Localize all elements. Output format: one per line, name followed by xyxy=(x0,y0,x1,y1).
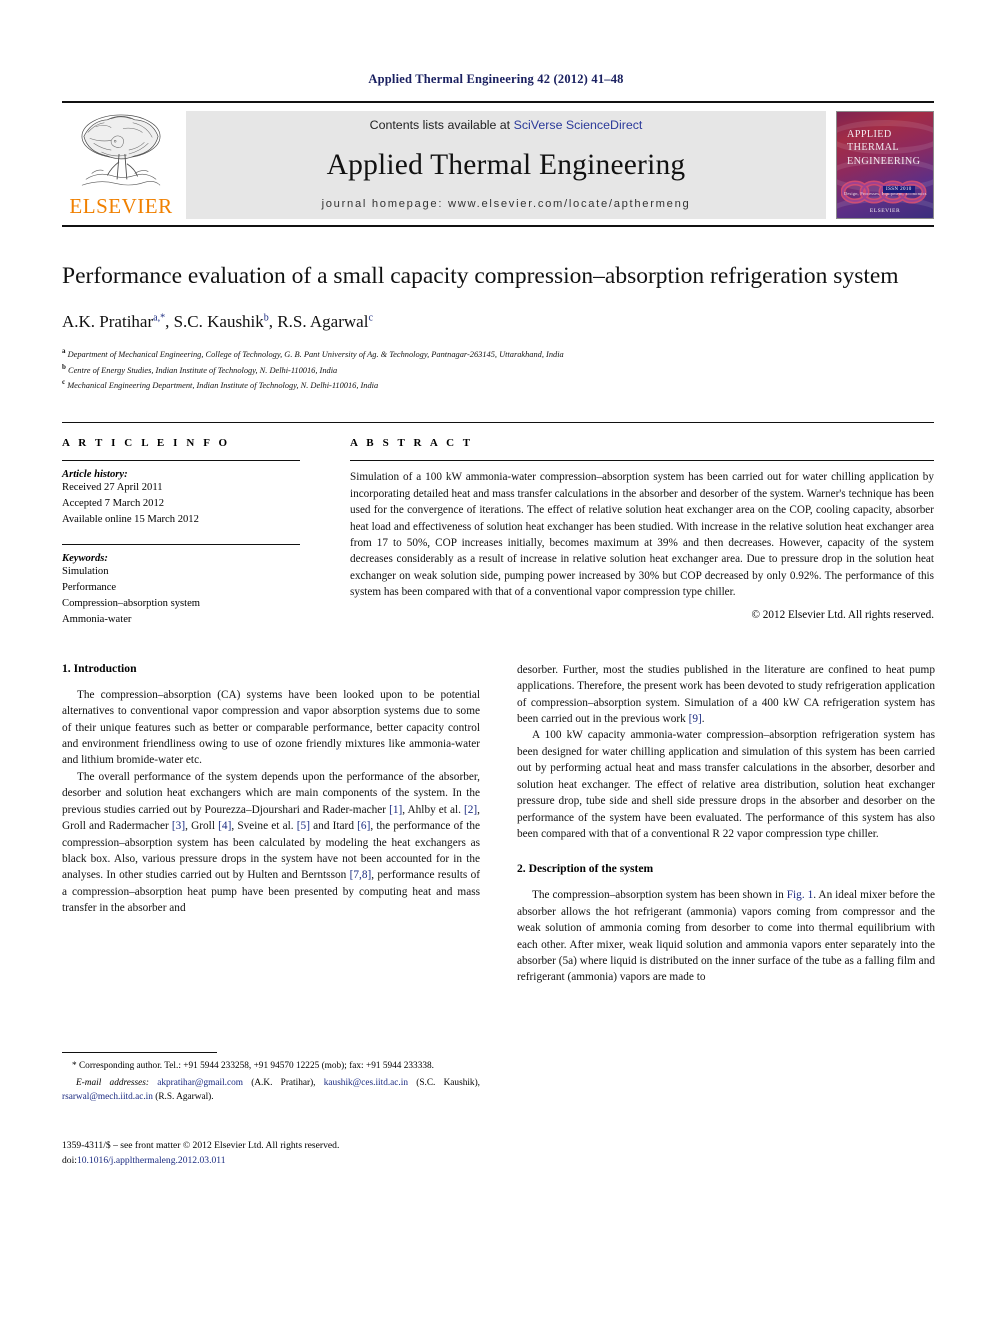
affiliation-text: Mechanical Engineering Department, India… xyxy=(67,380,379,390)
abstract-text: Simulation of a 100 kW ammonia-water com… xyxy=(350,471,934,598)
affiliation-text: Centre of Energy Studies, Indian Institu… xyxy=(68,365,338,375)
journal-band: Contents lists available at SciVerse Sci… xyxy=(186,111,826,219)
intro-paragraph-2: The overall performance of the system de… xyxy=(62,769,480,917)
journal-title: Applied Thermal Engineering xyxy=(326,148,686,181)
author-list: A.K. Pratihara,*, S.C. Kaushikb, R.S. Ag… xyxy=(62,312,373,332)
journal-homepage-link[interactable]: journal homepage: www.elsevier.com/locat… xyxy=(322,198,691,210)
author-affil-mark: b xyxy=(263,312,269,324)
online-date: Available online 15 March 2012 xyxy=(62,514,199,526)
intro-p2-part: , Groll xyxy=(185,820,219,833)
abstract-copyright: © 2012 Elsevier Ltd. All rights reserved… xyxy=(751,609,935,622)
affiliation-item: b Centre of Energy Studies, Indian Insti… xyxy=(62,362,934,377)
info-abstract-region: A R T I C L E I N F O Article history: R… xyxy=(62,422,934,627)
footnote-divider xyxy=(62,1051,217,1053)
intro-p2-part: and Itard xyxy=(309,820,358,833)
intro-paragraph-1: The compression–absorption (CA) systems … xyxy=(62,688,480,767)
received-date: Received 27 April 2011 xyxy=(62,482,163,494)
right-p1-part: . xyxy=(701,712,705,725)
cover-badge: ISSN 2010 xyxy=(883,186,915,193)
author-affil-mark: c xyxy=(368,312,373,324)
citation-ref[interactable]: [3] xyxy=(172,820,185,832)
citation-ref[interactable]: [7,8] xyxy=(350,869,372,881)
journal-masthead: ELSEVIER Contents lists available at Sci… xyxy=(62,101,934,227)
section-heading-introduction: 1. Introduction xyxy=(62,661,137,675)
description-paragraph-1: The compression–absorption system has be… xyxy=(517,887,935,986)
keyword-item: Compression–absorption system xyxy=(62,597,201,609)
citation-ref[interactable]: [9] xyxy=(689,713,702,725)
email-link[interactable]: akpratihar@gmail.com xyxy=(157,1078,243,1088)
article-info-label: A R T I C L E I N F O xyxy=(62,437,231,450)
email-label: E-mail addresses: xyxy=(76,1077,149,1088)
section-heading-description: 2. Description of the system xyxy=(517,862,654,876)
citation-ref[interactable]: [1] xyxy=(389,804,402,816)
intro-p2-part: , Ahlby et al. xyxy=(402,803,464,816)
affiliation-text: Department of Mechanical Engineering, Co… xyxy=(67,350,564,360)
keyword-item: Ammonia-water xyxy=(62,613,132,625)
right-paragraph-2: A 100 kW capacity ammonia-water compress… xyxy=(517,729,935,840)
accepted-date: Accepted 7 March 2012 xyxy=(62,498,165,510)
keyword-item: Performance xyxy=(62,582,117,594)
author-affil-mark: a,* xyxy=(153,312,166,324)
desc-p1-part: The compression–absorption system has be… xyxy=(532,889,787,902)
article-page: Applied Thermal Engineering 42 (2012) 41… xyxy=(0,0,992,1323)
citation-ref[interactable]: [4] xyxy=(218,820,231,832)
cover-title-line2: THERMAL xyxy=(847,142,900,154)
corresponding-author-note: * Corresponding author. Tel.: +91 5944 2… xyxy=(72,1060,434,1071)
elsevier-wordmark: ELSEVIER xyxy=(69,194,173,218)
elsevier-logo: ELSEVIER xyxy=(62,111,180,219)
affiliation-mark: a xyxy=(62,347,66,356)
keywords-heading: Keywords: xyxy=(62,553,108,565)
article-info-column: A R T I C L E I N F O Article history: R… xyxy=(62,437,300,627)
body-columns: 1. Introduction The compression–absorpti… xyxy=(62,661,935,1166)
cover-publisher: ELSEVIER xyxy=(869,208,901,214)
affiliation-item: a Department of Mechanical Engineering, … xyxy=(62,346,934,361)
citation-ref[interactable]: [5] xyxy=(297,820,310,832)
author-name: R.S. Agarwal xyxy=(277,312,369,332)
cover-title-line3: ENGINEERING xyxy=(847,155,921,167)
desc-p1-part: . An ideal mixer before the absorber all… xyxy=(517,889,935,984)
email-owner: (S.C. Kaushik), xyxy=(407,1077,481,1088)
doi-line: doi:10.1016/j.applthermaleng.2012.03.011 xyxy=(62,1154,492,1169)
article-history-heading: Article history: xyxy=(62,469,128,481)
cover-title: APPLIED THERMAL ENGINEERING xyxy=(847,128,927,168)
citation-ref[interactable]: [2] xyxy=(464,804,477,816)
running-head: Applied Thermal Engineering 42 (2012) 41… xyxy=(368,72,624,86)
title-block: Performance evaluation of a small capaci… xyxy=(62,261,934,392)
doi-link[interactable]: 10.1016/j.applthermaleng.2012.03.011 xyxy=(77,1155,226,1166)
sciencedirect-link[interactable]: SciVerse ScienceDirect xyxy=(514,118,643,132)
abstract-label: A B S T R A C T xyxy=(350,437,474,450)
figure-ref[interactable]: Fig. 1 xyxy=(787,889,814,901)
abstract-column: A B S T R A C T Simulation of a 100 kW a… xyxy=(350,437,934,627)
footnote-block: * Corresponding author. Tel.: +91 5944 2… xyxy=(62,1051,480,1105)
intro-p2-part: , Sveine et al. xyxy=(231,820,297,833)
left-column: 1. Introduction The compression–absorpti… xyxy=(62,661,480,1166)
keyword-item: Simulation xyxy=(62,566,109,578)
contents-available-line: Contents lists available at SciVerse Sci… xyxy=(370,118,643,132)
affiliation-item: c Mechanical Engineering Department, Ind… xyxy=(62,377,934,392)
affiliation-mark: c xyxy=(62,378,66,387)
email-owner: (A.K. Pratihar), xyxy=(242,1077,324,1088)
issn-copyright-line: 1359-4311/$ – see front matter © 2012 El… xyxy=(62,1139,340,1151)
email-link[interactable]: kaushik@ces.iitd.ac.in xyxy=(324,1078,408,1088)
page-title: Performance evaluation of a small capaci… xyxy=(62,263,899,289)
email-addresses-note: E-mail addresses: akpratihar@gmail.com (… xyxy=(62,1077,480,1105)
right-paragraph-1: desorber. Further, most the studies publ… xyxy=(517,662,935,728)
divider xyxy=(62,544,300,546)
imprint-block: 1359-4311/$ – see front matter © 2012 El… xyxy=(62,1139,492,1169)
cover-title-line1: APPLIED xyxy=(847,129,892,140)
contents-prefix: Contents lists available at xyxy=(369,118,514,132)
journal-cover-thumbnail: APPLIED THERMAL ENGINEERING Design, Proc… xyxy=(836,111,934,219)
author-name: A.K. Pratihar xyxy=(62,312,154,332)
author-name: S.C. Kaushik xyxy=(173,312,264,332)
divider xyxy=(350,460,934,462)
email-owner: (R.S. Agarwal). xyxy=(152,1091,214,1102)
affiliation-mark: b xyxy=(62,362,66,371)
elsevier-tree-icon xyxy=(81,114,161,186)
citation-ref[interactable]: [6] xyxy=(357,820,370,832)
right-p1-part: desorber. Further, most the studies publ… xyxy=(517,663,935,725)
doi-label: doi: xyxy=(62,1154,77,1166)
divider xyxy=(62,460,300,462)
email-link[interactable]: rsarwal@mech.iitd.ac.in xyxy=(62,1092,153,1102)
right-column: desorber. Further, most the studies publ… xyxy=(517,662,935,986)
